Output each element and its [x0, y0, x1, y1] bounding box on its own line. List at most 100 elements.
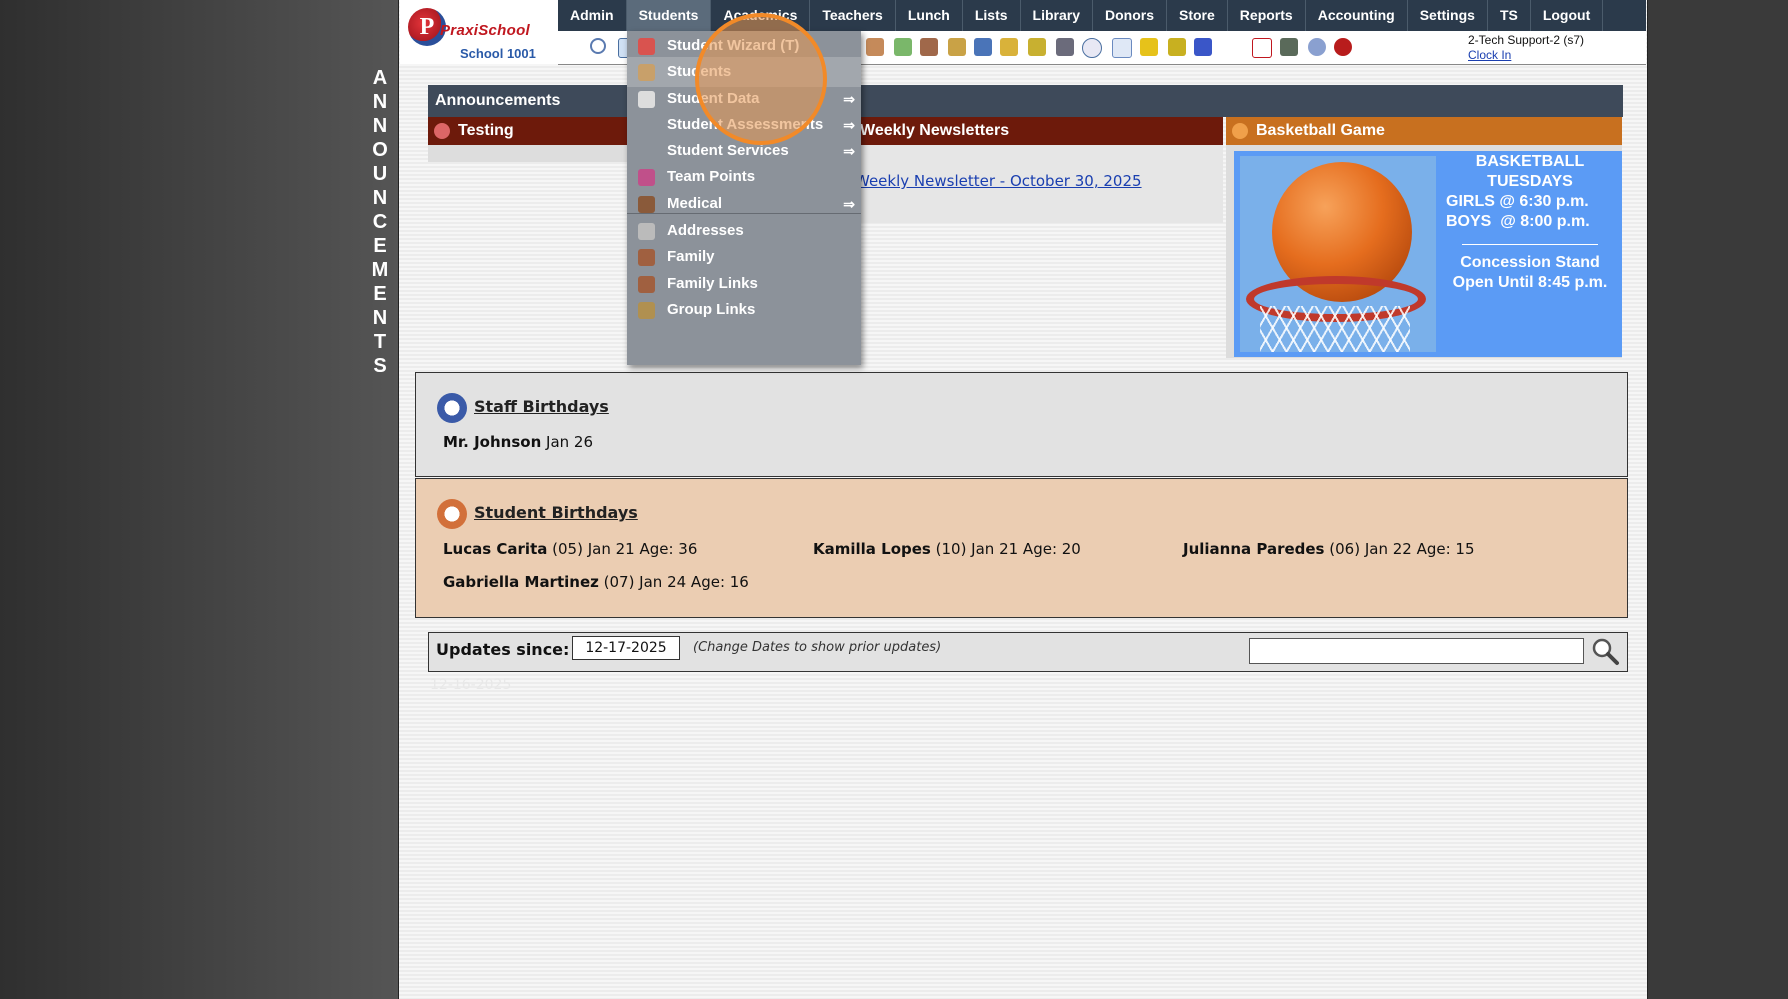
nav-item-ts[interactable]: TS [1488, 0, 1531, 31]
updates-date-hint: (Change Dates to show prior updates) [693, 640, 942, 655]
cake-icon [437, 499, 467, 529]
logo[interactable]: P PraxiSchool School 1001 [400, 0, 559, 64]
updates-date-input[interactable]: 12-17-2025 [572, 636, 680, 660]
bell-icon[interactable] [1000, 38, 1018, 56]
nav-item-lists[interactable]: Lists [963, 0, 1021, 31]
nav-item-teachers[interactable]: Teachers [810, 0, 896, 31]
school-name: School 1001 [460, 46, 536, 61]
people-icon[interactable] [920, 38, 938, 56]
logo-brand: PraxiSchool [440, 22, 530, 39]
search-icon[interactable] [590, 38, 606, 54]
nav-item-donors[interactable]: Donors [1093, 0, 1167, 31]
student-name: Lucas Carita [443, 540, 548, 558]
nav-item-lunch[interactable]: Lunch [896, 0, 963, 31]
student-detail: (06) Jan 22 Age: 15 [1324, 540, 1475, 558]
student-detail: (05) Jan 21 Age: 36 [547, 540, 698, 558]
search-input[interactable] [1249, 638, 1584, 664]
book-icon[interactable] [974, 38, 992, 56]
student-name: Kamilla Lopes [813, 540, 931, 558]
sidebar-letter: N [372, 115, 388, 137]
student-birthday-entry: Gabriella Martinez (07) Jan 24 Age: 16 [443, 573, 749, 591]
nav-item-reports[interactable]: Reports [1228, 0, 1306, 31]
ap-icon[interactable] [1194, 38, 1212, 56]
click-highlight [695, 13, 827, 145]
nav-item-students[interactable]: Students [626, 0, 712, 31]
bball-line: Concession Stand [1460, 254, 1600, 271]
staff-birthdays-title[interactable]: Staff Birthdays [474, 397, 609, 416]
power-icon[interactable] [1334, 38, 1352, 56]
bball-line: Open Until 8:45 p.m. [1452, 274, 1608, 291]
pdf-icon[interactable] [1252, 38, 1272, 58]
user-info: 2-Tech Support-2 (s7) Clock In [1468, 33, 1584, 63]
nav-item-library[interactable]: Library [1021, 0, 1093, 31]
teacher-icon[interactable] [866, 38, 884, 56]
family-links-icon [638, 276, 655, 293]
bball-line: BOYS @ 8:00 p.m. [1446, 213, 1590, 230]
group-links-icon [638, 302, 655, 319]
nav-item-store[interactable]: Store [1167, 0, 1228, 31]
search-icon[interactable] [1590, 636, 1620, 666]
printer-icon[interactable] [1168, 38, 1186, 56]
student-birthdays-title[interactable]: Student Birthdays [474, 503, 638, 522]
testing-title-text: Testing [458, 122, 514, 139]
user-name: 2-Tech Support-2 (s7) [1468, 33, 1585, 47]
menu-item-label: Family Links [667, 275, 758, 292]
basketball-panel-title: Basketball Game [1226, 117, 1622, 145]
basketball-small-icon [1232, 123, 1248, 139]
question-icon[interactable] [1308, 38, 1326, 56]
nav-item-settings[interactable]: Settings [1408, 0, 1488, 31]
submenu-arrow-icon: ⇒ [843, 196, 855, 212]
sidebar-letter: O [372, 139, 388, 161]
testing-panel-body [428, 145, 628, 162]
menu-item[interactable]: Group Links [627, 295, 861, 325]
bball-line: TUESDAYS [1487, 173, 1573, 190]
nav-item-accounting[interactable]: Accounting [1306, 0, 1408, 31]
divider [1462, 244, 1598, 245]
student-birthday-entry: Lucas Carita (05) Jan 21 Age: 36 [443, 540, 697, 558]
clock-icon[interactable] [1082, 38, 1102, 58]
student-name: Gabriella Martinez [443, 573, 599, 591]
basketball-image [1240, 156, 1436, 352]
sidebar-letter: C [372, 211, 388, 233]
menu-item[interactable]: Team Points [627, 162, 861, 192]
staff-name: Mr. Johnson [443, 433, 542, 451]
faded-date: 12-16-2025 [430, 677, 512, 693]
student-birthday-entry: Julianna Paredes (06) Jan 22 Age: 15 [1183, 540, 1475, 558]
menu-item-label: Medical [667, 195, 723, 212]
sidebar-letter: N [372, 187, 388, 209]
basketball-schedule: BASKETBALL TUESDAYS GIRLS @ 6:30 p.m. BO… [1438, 152, 1622, 293]
team-points-icon [638, 169, 655, 186]
staff-icon[interactable] [1056, 38, 1074, 56]
announcements-header: Announcements [428, 85, 1623, 117]
student-icon [638, 64, 655, 81]
sidebar-letter: E [373, 283, 387, 305]
staff-birthday-entry: Mr. Johnson Jan 26 [443, 433, 593, 451]
lunch-icon[interactable] [948, 38, 966, 56]
newsletter-link[interactable]: Weekly Newsletter - October 30, 2025 [855, 172, 1142, 190]
nav-item-admin[interactable]: Admin [558, 0, 627, 31]
menu-item-label: Addresses [667, 222, 744, 239]
menu-item[interactable]: Medical ⇒ [627, 189, 861, 219]
card-icon[interactable] [1140, 38, 1158, 56]
nav-item-logout[interactable]: Logout [1531, 0, 1604, 31]
menu-item-label: Student Services [667, 142, 789, 159]
money-icon[interactable] [894, 38, 912, 56]
student-detail: (10) Jan 21 Age: 20 [930, 540, 1081, 558]
cake-icon [437, 393, 467, 423]
export-icon[interactable] [1028, 38, 1046, 56]
clock-in-link[interactable]: Clock In [1468, 48, 1584, 63]
sidebar-letter: U [372, 163, 388, 185]
updates-label: Updates since: [436, 640, 570, 659]
menu-item-label: Team Points [667, 168, 756, 185]
student-detail: (07) Jan 24 Age: 16 [598, 573, 749, 591]
cash-register-icon[interactable] [1280, 38, 1298, 56]
medical-icon [638, 196, 655, 213]
address-icon [638, 223, 655, 240]
menu-item-label: Family [667, 248, 715, 265]
basketball-title-text: Basketball Game [1256, 122, 1385, 139]
menu-item[interactable]: Family [627, 242, 861, 272]
calendar-icon[interactable] [1112, 38, 1132, 58]
announcement-icon [434, 123, 450, 139]
student-name: Julianna Paredes [1183, 540, 1325, 558]
staff-birthdays-section [415, 372, 1628, 477]
